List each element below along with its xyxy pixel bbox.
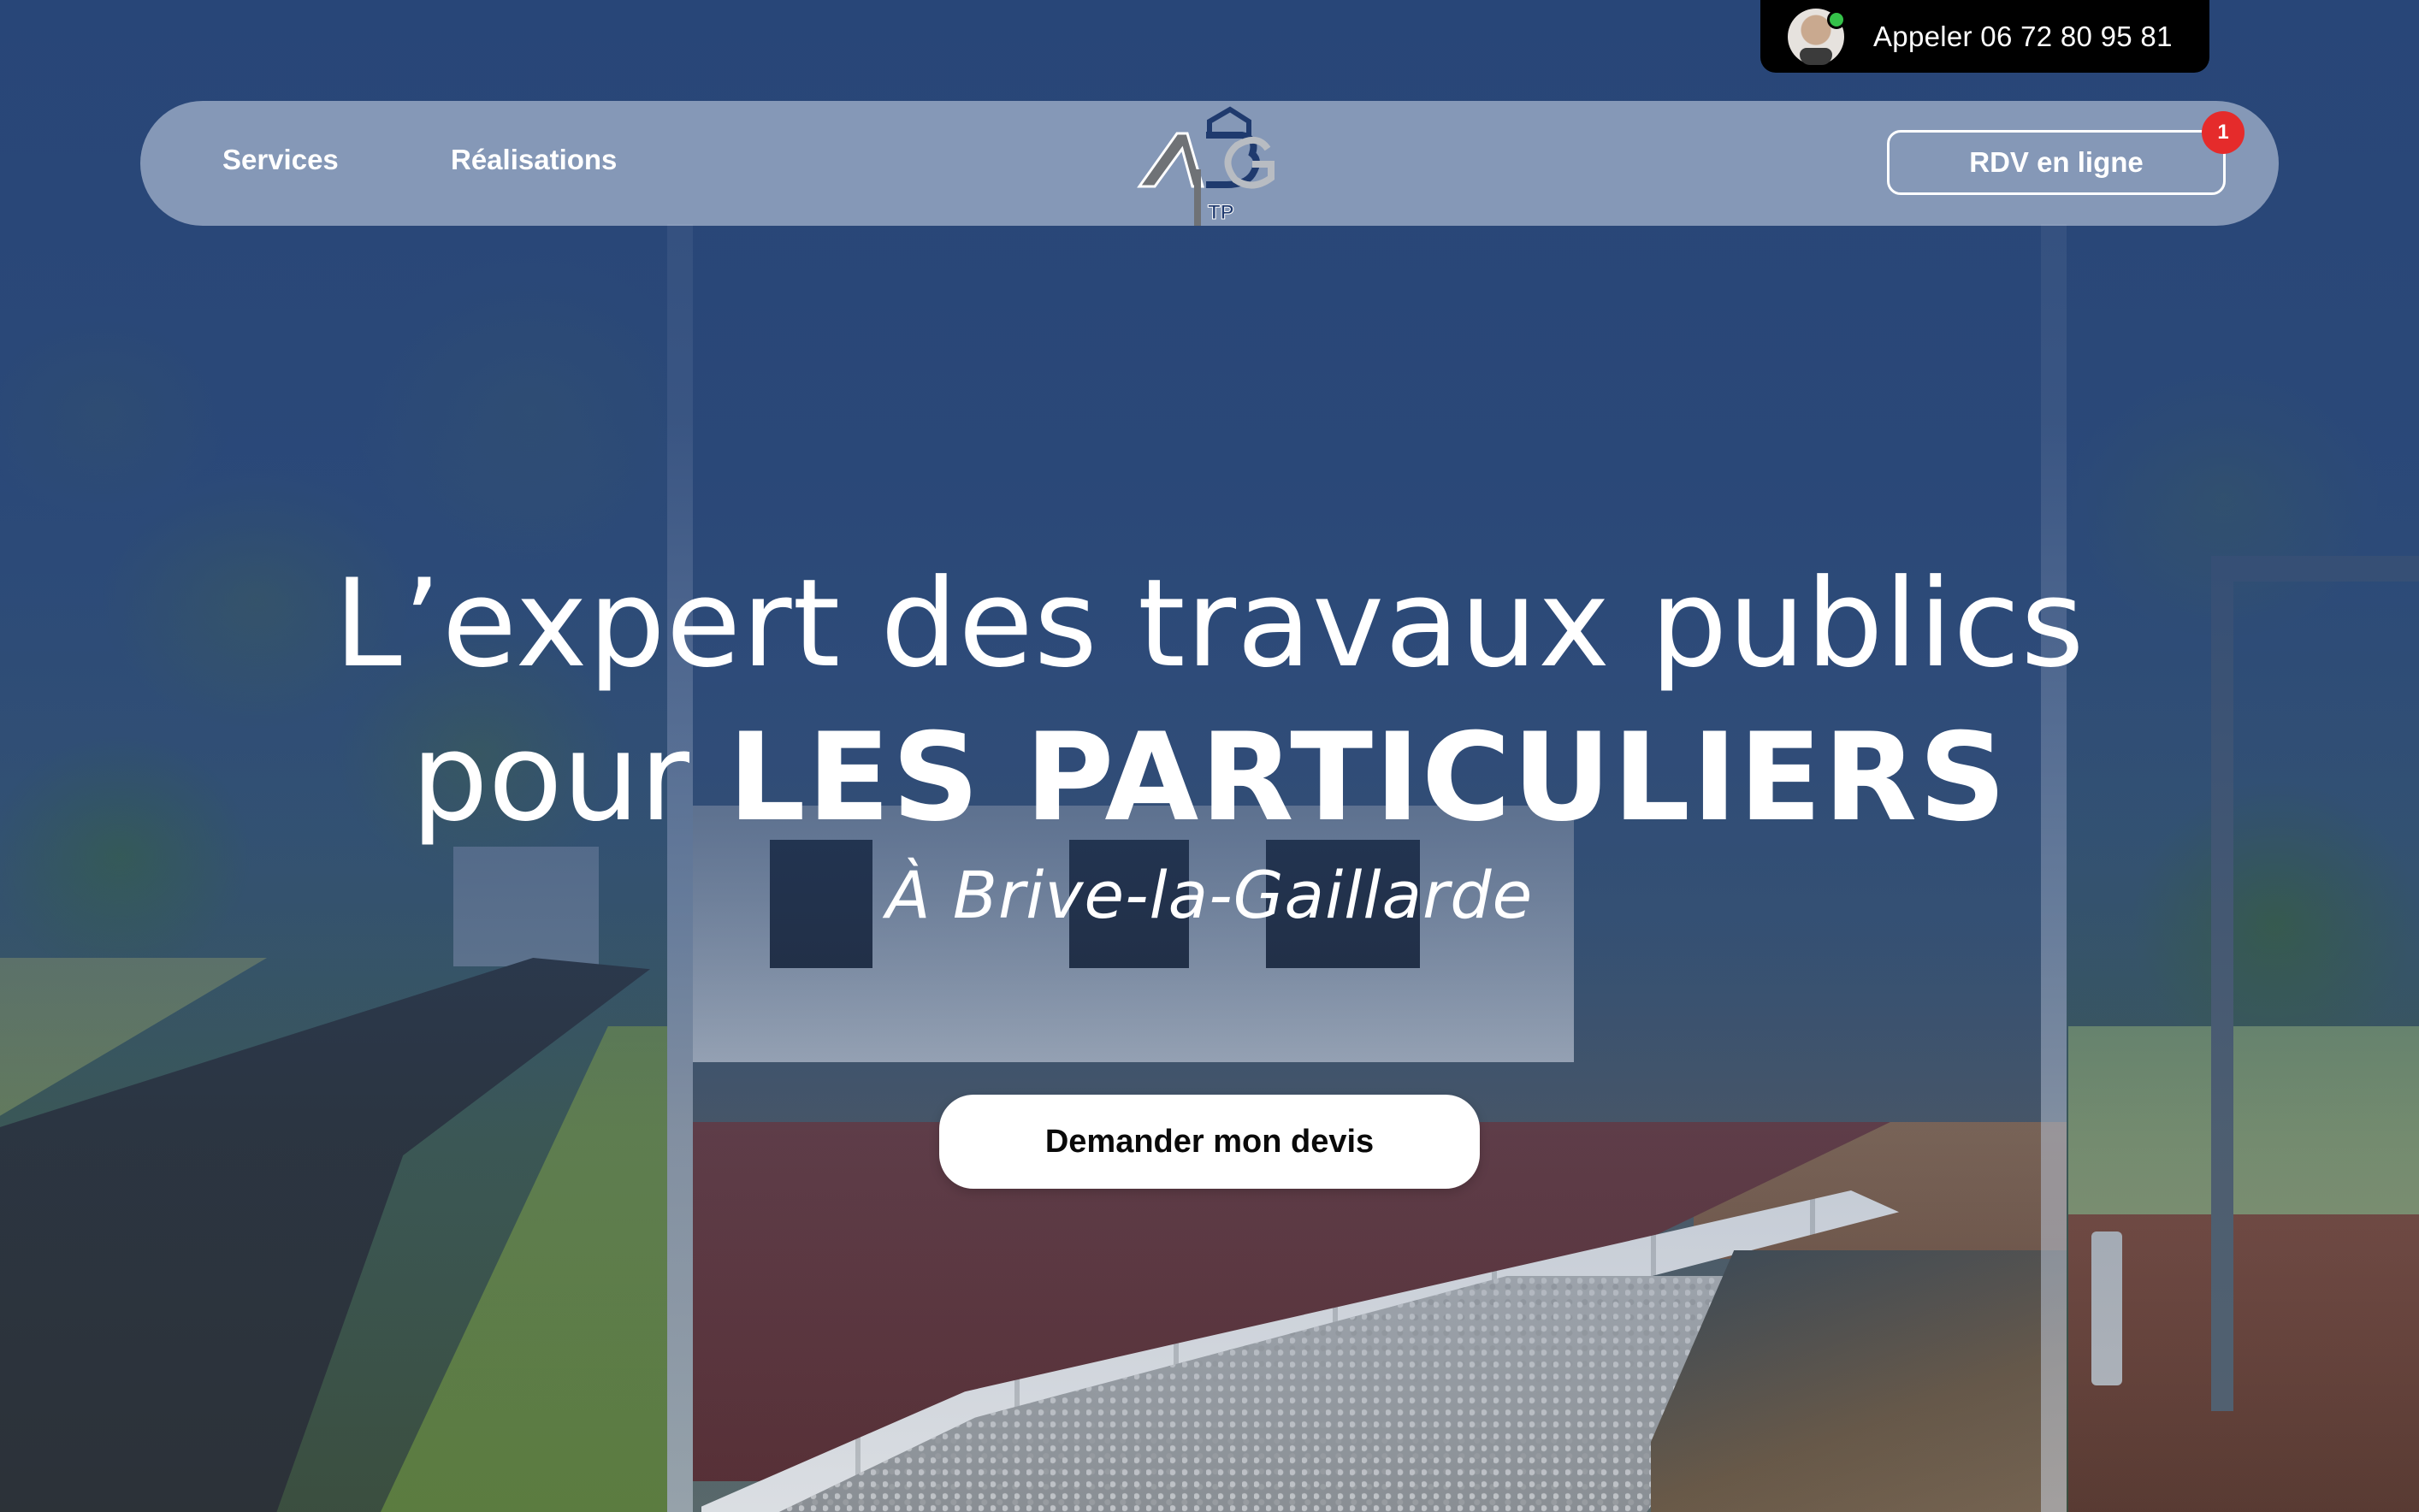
- hero-title-strong: LES PARTICULIERS: [728, 707, 2008, 848]
- nav-link-realisations[interactable]: Réalisations: [451, 144, 617, 176]
- logo-tp-text: TP: [1208, 201, 1234, 224]
- avatar-body: [1800, 47, 1832, 65]
- hero-title-prefix: pour: [411, 707, 729, 848]
- company-logo[interactable]: TP: [1124, 101, 1295, 226]
- avatar: [1788, 8, 1846, 65]
- rdv-online-button[interactable]: RDV en ligne: [1887, 130, 2226, 195]
- hero-section: L’expert des travaux publics pour LES PA…: [0, 547, 2419, 942]
- notification-badge: 1: [2202, 111, 2245, 154]
- hero-title-line2: pour LES PARTICULIERS: [0, 701, 2419, 855]
- hero-title-line1: L’expert des travaux publics: [334, 553, 2085, 694]
- main-navbar: Services Réalisations TP RDV en ligne 1: [140, 101, 2279, 226]
- nav-link-services[interactable]: Services: [222, 144, 339, 176]
- online-status-dot: [1827, 9, 1846, 29]
- request-quote-button[interactable]: Demander mon devis: [939, 1095, 1480, 1189]
- call-button[interactable]: Appeler 06 72 80 95 81: [1760, 0, 2209, 73]
- hero-subtitle-location: À Brive-la-Gaillarde: [885, 857, 1534, 933]
- call-label: Appeler 06 72 80 95 81: [1873, 20, 2173, 52]
- logo-icon: TP: [1137, 106, 1275, 226]
